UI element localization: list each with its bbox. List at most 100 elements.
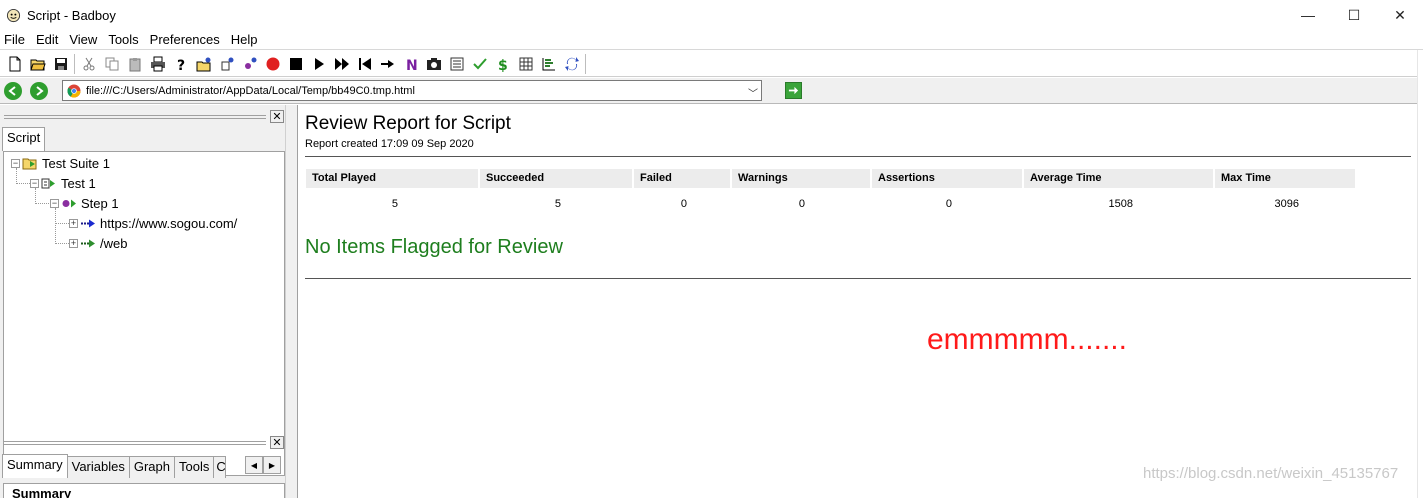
record-icon[interactable]: [261, 53, 284, 75]
col-header-max-time: Max Time: [1215, 169, 1355, 188]
script-panel-header: ✕: [4, 110, 284, 124]
report-title: Review Report for Script: [305, 113, 511, 134]
navigation-icon[interactable]: N: [399, 53, 422, 75]
cut-icon[interactable]: [77, 53, 100, 75]
tab-scroll-arrows: ◀ ▶: [245, 456, 281, 474]
forward-button[interactable]: [30, 81, 48, 100]
form-icon[interactable]: [445, 53, 468, 75]
tree-item-request[interactable]: + https://www.sogou.com/: [69, 213, 237, 233]
no-items-flagged-message: No Items Flagged for Review: [305, 236, 563, 258]
panel-grip[interactable]: [4, 115, 266, 119]
menu-help[interactable]: Help: [227, 30, 265, 50]
play-all-icon[interactable]: [330, 53, 353, 75]
assertion-icon[interactable]: [468, 53, 491, 75]
tree-item-test[interactable]: − Test 1: [30, 173, 96, 193]
request-arrow-icon: [80, 216, 96, 230]
panel-close-icon[interactable]: ✕: [270, 436, 284, 449]
minimize-button[interactable]: —: [1285, 0, 1331, 30]
annotation-text: emmmmm.......: [927, 323, 1127, 356]
tree-item-request[interactable]: + /web: [69, 233, 127, 253]
value-warnings: 0: [798, 198, 805, 210]
value-total-played: 5: [391, 198, 398, 210]
menu-bar: File Edit View Tools Preferences Help: [0, 30, 1423, 50]
url-input[interactable]: file:///C:/Users/Administrator/AppData/L…: [62, 80, 762, 101]
title-bar: Script - Badboy — ☐ ✕: [0, 0, 1423, 30]
bottom-tab-row: Summary Variables Graph Tools C: [2, 454, 227, 478]
expand-icon[interactable]: +: [69, 238, 78, 248]
col-header-total-played: Total Played: [306, 169, 478, 188]
watermark-text: https://blog.csdn.net/weixin_45135767: [1143, 465, 1399, 482]
open-icon[interactable]: [26, 53, 49, 75]
tab-truncated[interactable]: C: [213, 456, 227, 478]
divider: [305, 278, 1411, 279]
tab-scroll-left-icon[interactable]: ◀: [245, 456, 263, 474]
maximize-button[interactable]: ☐: [1331, 0, 1377, 30]
left-panel: ✕ Script − Test Suite 1 − Test 1 − Step …: [0, 105, 297, 498]
toolbar-separator: [74, 53, 75, 74]
script-tree: − Test Suite 1 − Test 1 − Step 1 + https…: [3, 151, 285, 476]
menu-edit[interactable]: Edit: [32, 30, 65, 50]
script-tab-row: Script: [2, 127, 46, 151]
print-icon[interactable]: [146, 53, 169, 75]
vertical-scrollbar[interactable]: [1417, 50, 1423, 498]
svg-text:N: N: [406, 58, 418, 72]
menu-file[interactable]: File: [0, 30, 32, 50]
summary-heading: Summary: [12, 486, 72, 498]
value-average-time: 1508: [1108, 198, 1133, 210]
play-icon[interactable]: [307, 53, 330, 75]
value-assertions: 0: [945, 198, 952, 210]
collapse-icon[interactable]: −: [11, 158, 20, 168]
chevron-down-icon[interactable]: ﹀: [748, 85, 758, 100]
collapse-icon[interactable]: −: [30, 178, 39, 188]
divider: [305, 156, 1411, 157]
close-button[interactable]: ✕: [1377, 0, 1423, 30]
value-failed: 0: [680, 198, 687, 210]
tab-variables[interactable]: Variables: [66, 456, 130, 478]
add-step-icon[interactable]: [238, 53, 261, 75]
screenshot-icon[interactable]: [422, 53, 445, 75]
address-bar: file:///C:/Users/Administrator/AppData/L…: [0, 78, 1423, 104]
panel-close-icon[interactable]: ✕: [270, 110, 284, 123]
copy-icon[interactable]: [100, 53, 123, 75]
col-header-assertions: Assertions: [872, 169, 1022, 188]
value-max-time: 3096: [1274, 198, 1299, 210]
new-icon[interactable]: [3, 53, 26, 75]
menu-view[interactable]: View: [65, 30, 104, 50]
tab-tools[interactable]: Tools: [174, 456, 215, 478]
chrome-icon: [67, 84, 81, 98]
save-icon[interactable]: [49, 53, 72, 75]
add-suite-icon[interactable]: [192, 53, 215, 75]
menu-preferences[interactable]: Preferences: [146, 30, 227, 50]
collapse-icon[interactable]: −: [50, 198, 59, 208]
paste-icon[interactable]: [123, 53, 146, 75]
tab-summary[interactable]: Summary: [2, 454, 68, 478]
tab-script[interactable]: Script: [2, 127, 46, 151]
tree-label: Test Suite 1: [42, 155, 110, 171]
url-text: file:///C:/Users/Administrator/AppData/L…: [86, 84, 415, 97]
tree-label: /web: [100, 235, 128, 251]
tab-scroll-right-icon[interactable]: ▶: [263, 456, 281, 474]
tree-item-step[interactable]: − Step 1: [50, 193, 119, 213]
expand-icon[interactable]: +: [69, 218, 78, 228]
variable-icon[interactable]: $: [491, 53, 514, 75]
help-icon[interactable]: ?: [169, 53, 192, 75]
rewind-icon[interactable]: [353, 53, 376, 75]
stop-icon[interactable]: [284, 53, 307, 75]
tree-item-test-suite[interactable]: − Test Suite 1: [11, 153, 110, 173]
svg-text:?: ?: [177, 58, 185, 72]
refresh-icon[interactable]: [560, 53, 583, 75]
table-icon[interactable]: [514, 53, 537, 75]
go-button[interactable]: [785, 82, 802, 99]
back-button[interactable]: [4, 81, 22, 100]
toolbar: ? N $: [0, 51, 1423, 77]
step-icon[interactable]: [376, 53, 399, 75]
toolbar-separator: [585, 53, 586, 74]
add-test-icon[interactable]: [215, 53, 238, 75]
tab-graph[interactable]: Graph: [128, 456, 175, 478]
menu-tools[interactable]: Tools: [104, 30, 145, 50]
panel-grip[interactable]: [4, 441, 266, 445]
panel-splitter[interactable]: [285, 105, 297, 498]
col-header-warnings: Warnings: [732, 169, 870, 188]
summary-panel-header: ✕: [4, 436, 284, 450]
report-icon[interactable]: [537, 53, 560, 75]
